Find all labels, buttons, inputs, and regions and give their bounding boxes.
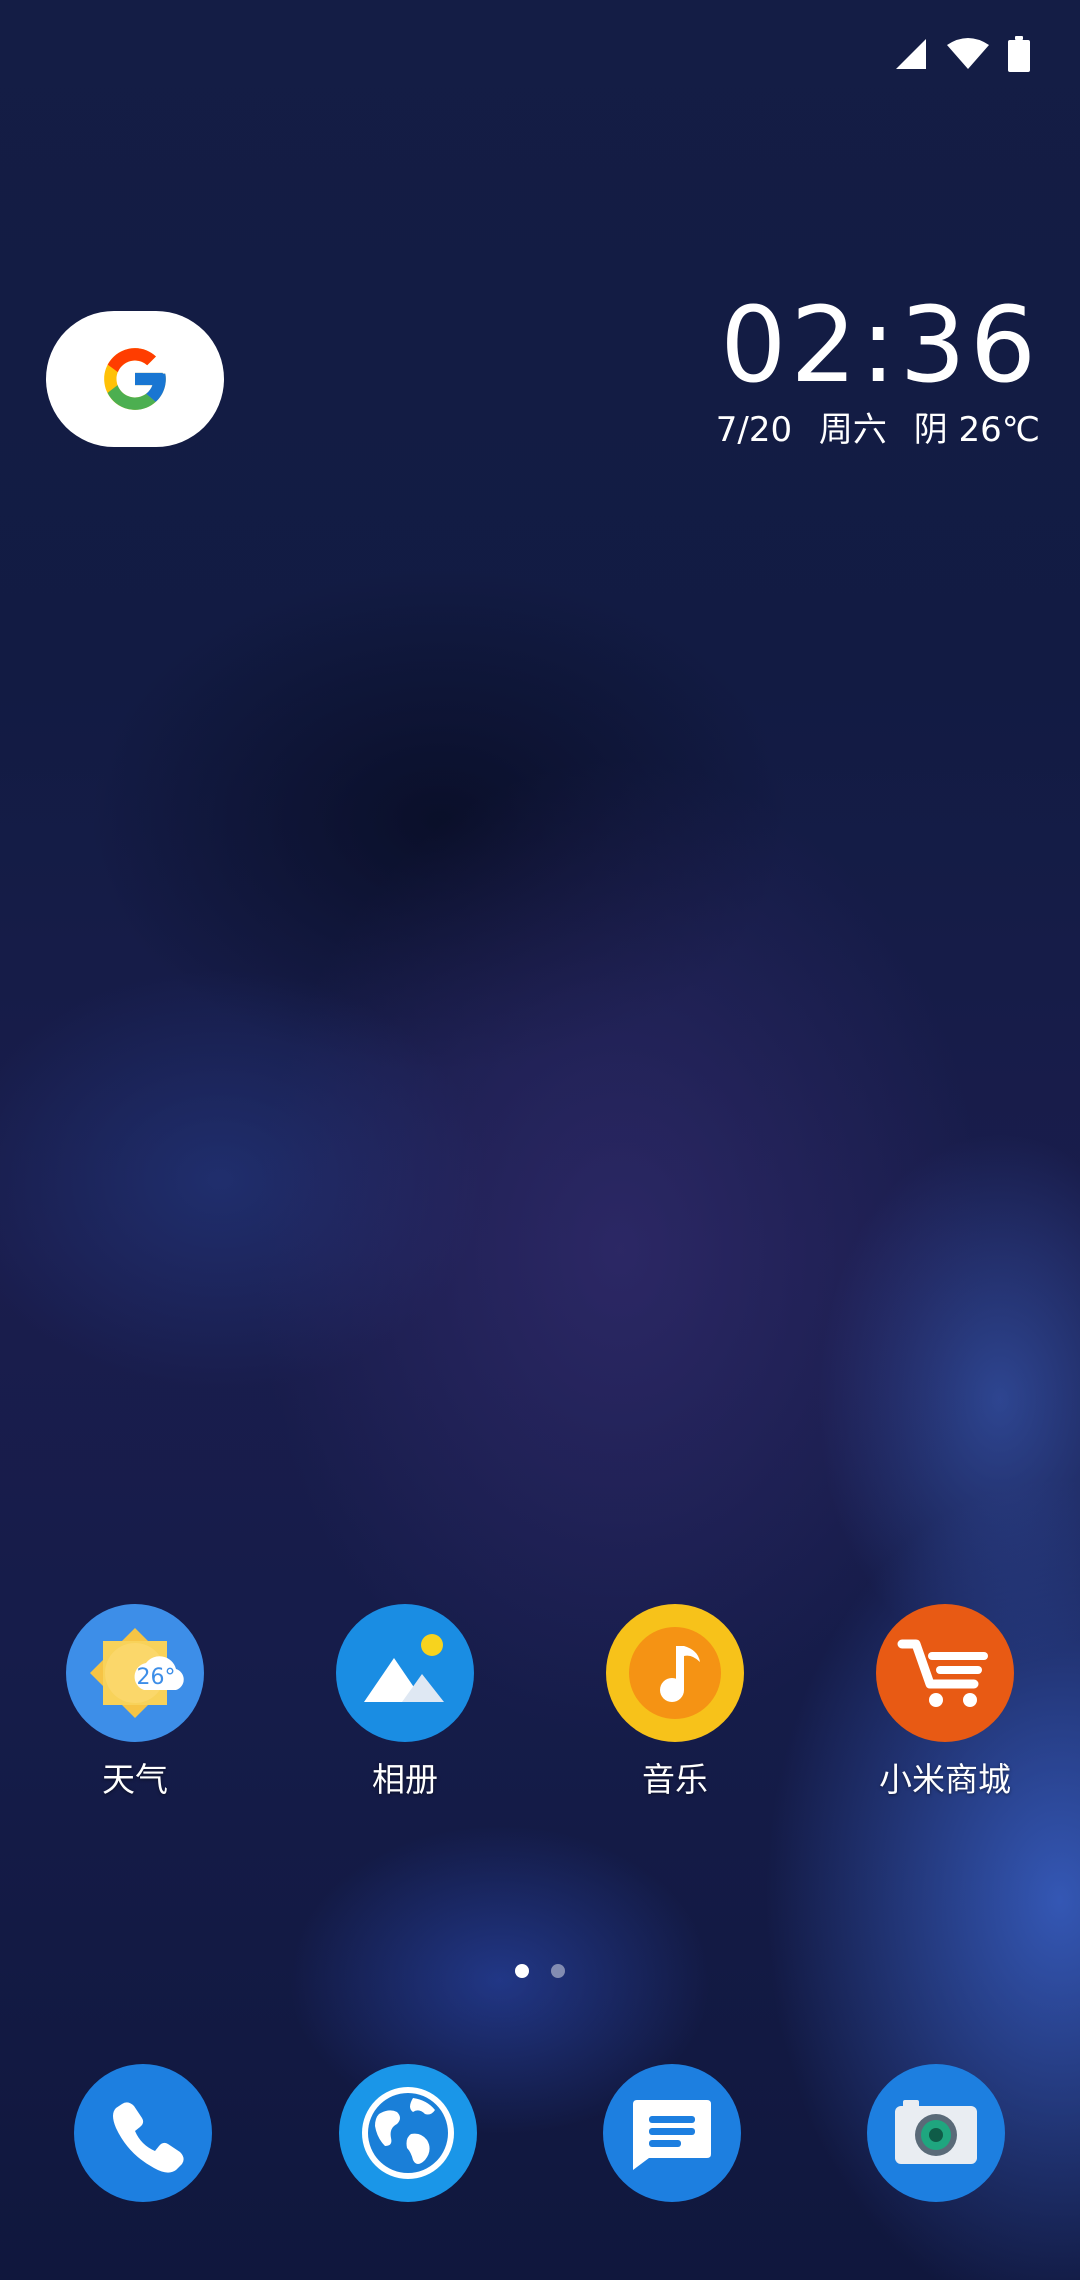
gallery-icon (336, 1604, 474, 1742)
page-dot[interactable] (551, 1964, 565, 1978)
clock-date-weather: 7/20 周六 阴 26℃ (716, 410, 1040, 450)
wifi-icon (947, 38, 989, 69)
clock-time: 02:36 (720, 284, 1040, 406)
app-label: 天气 (102, 1760, 168, 1799)
cellular-signal-icon (896, 39, 926, 69)
weather-badge: 26° (137, 1665, 176, 1690)
app-label: 小米商城 (879, 1760, 1011, 1799)
app-grid: 26° 天气 相册 音乐 小米商城 (0, 1604, 1080, 1814)
google-search-widget[interactable] (46, 311, 224, 447)
dock-camera-button[interactable] (867, 2064, 1005, 2202)
dock-phone-button[interactable] (74, 2064, 212, 2202)
dock (0, 2064, 1080, 2204)
clock-widget[interactable]: 02:36 7/20 周六 阴 26℃ (716, 290, 1040, 450)
messages-icon (633, 2100, 711, 2170)
app-label: 相册 (372, 1760, 438, 1799)
dock-messages-button[interactable] (603, 2064, 741, 2202)
app-mi-store[interactable]: 小米商城 (835, 1604, 1055, 1802)
app-music[interactable]: 音乐 (565, 1604, 785, 1802)
mi-store-cart-icon (876, 1604, 1014, 1742)
clock-weather: 阴 26℃ (913, 410, 1040, 450)
app-label: 音乐 (642, 1760, 708, 1799)
clock-date: 7/20 (715, 410, 793, 450)
camera-icon (895, 2100, 977, 2164)
phone-icon (113, 2102, 184, 2173)
google-g-icon (104, 348, 166, 410)
status-bar (894, 36, 1030, 72)
weather-icon: 26° (66, 1604, 204, 1742)
app-weather[interactable]: 26° 天气 (25, 1604, 245, 1802)
clock-weekday: 周六 (818, 410, 887, 450)
dock-browser-button[interactable] (339, 2064, 477, 2202)
page-dot-active[interactable] (515, 1964, 529, 1978)
app-gallery[interactable]: 相册 (295, 1604, 515, 1802)
battery-icon (1008, 36, 1030, 72)
browser-globe-icon (362, 2087, 454, 2179)
music-icon (606, 1604, 744, 1742)
page-indicator (0, 1964, 1080, 1978)
